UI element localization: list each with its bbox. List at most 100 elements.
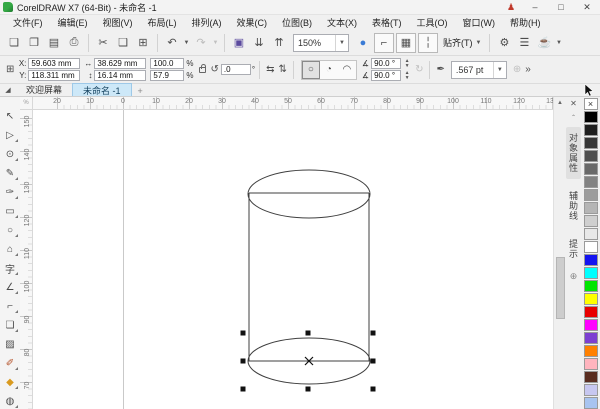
menu-item-7[interactable]: 文本(X) bbox=[320, 15, 364, 30]
account-icon[interactable]: ♟ bbox=[500, 2, 522, 13]
new-tab-button[interactable]: + bbox=[132, 86, 149, 96]
show-guidelines-button[interactable]: ╎ bbox=[418, 33, 438, 53]
docker-tab-0[interactable]: 对象属性 bbox=[566, 127, 581, 179]
paste-button[interactable]: ⊞ bbox=[133, 33, 153, 53]
object-height-field[interactable]: 16.14 mm bbox=[94, 70, 146, 81]
menu-item-5[interactable]: 效果(C) bbox=[230, 15, 275, 30]
color-swatch-17[interactable] bbox=[584, 319, 598, 331]
menu-item-3[interactable]: 布局(L) bbox=[141, 15, 184, 30]
color-swatch-16[interactable] bbox=[584, 306, 598, 318]
docker-close-button[interactable]: ✕ bbox=[570, 99, 577, 108]
color-eyedropper-tool[interactable]: ✐ bbox=[2, 356, 18, 370]
undo-dropdown[interactable]: ▼ bbox=[182, 33, 191, 53]
rotation-angle-field[interactable]: .0 bbox=[221, 64, 251, 75]
no-color-swatch[interactable]: × bbox=[584, 98, 598, 110]
color-swatch-12[interactable] bbox=[584, 254, 598, 266]
minimize-button[interactable]: – bbox=[522, 0, 548, 14]
color-swatch-8[interactable] bbox=[584, 202, 598, 214]
show-grid-button[interactable]: ▦ bbox=[396, 33, 416, 53]
menu-item-10[interactable]: 窗口(W) bbox=[456, 15, 503, 30]
selection-handle[interactable] bbox=[371, 387, 376, 392]
color-swatch-15[interactable] bbox=[584, 293, 598, 305]
zoom-level-combo[interactable]: 150%▼ bbox=[293, 34, 349, 52]
import-button[interactable]: ⇊ bbox=[249, 33, 269, 53]
print-button[interactable]: ⎙ bbox=[64, 33, 84, 53]
connector-tool[interactable]: ⌐ bbox=[2, 299, 18, 313]
pick-tool[interactable]: ↖ bbox=[2, 109, 18, 123]
overflow-button[interactable]: » bbox=[525, 64, 531, 75]
selection-handle[interactable] bbox=[306, 387, 311, 392]
color-swatch-5[interactable] bbox=[584, 163, 598, 175]
color-swatch-18[interactable] bbox=[584, 332, 598, 344]
docker-add-button[interactable]: ⊕ bbox=[570, 271, 578, 282]
mirror-horizontal-button[interactable]: ⇆ bbox=[266, 64, 274, 75]
new-document-button[interactable]: ❏ bbox=[4, 33, 24, 53]
redo-button[interactable]: ↷ bbox=[191, 33, 211, 53]
drop-shadow-tool[interactable]: ❏ bbox=[2, 318, 18, 332]
color-swatch-19[interactable] bbox=[584, 345, 598, 357]
docker-tab-2[interactable]: 提示 bbox=[566, 233, 581, 265]
menu-item-8[interactable]: 表格(T) bbox=[365, 15, 409, 30]
scrollbar-thumb[interactable] bbox=[556, 257, 565, 319]
launcher-dropdown[interactable]: ▼ bbox=[554, 33, 563, 53]
menu-item-4[interactable]: 排列(A) bbox=[185, 15, 229, 30]
tab-list-button[interactable]: ◢ bbox=[0, 84, 16, 96]
end-angle-field[interactable]: 90.0 ° bbox=[371, 70, 401, 81]
scale-y-field[interactable]: 57.9 bbox=[150, 70, 184, 81]
selection-handle[interactable] bbox=[241, 359, 246, 364]
menu-item-6[interactable]: 位图(B) bbox=[275, 15, 319, 30]
color-swatch-21[interactable] bbox=[584, 371, 598, 383]
close-button[interactable]: ✕ bbox=[574, 0, 600, 14]
shape-tool[interactable]: ▷ bbox=[2, 128, 18, 142]
scale-x-field[interactable]: 100.0 bbox=[150, 58, 184, 69]
color-swatch-1[interactable] bbox=[584, 111, 598, 123]
quick-customize-button[interactable]: ⊕ bbox=[513, 64, 521, 75]
docker-collapse-icon[interactable]: ⌃ bbox=[571, 114, 576, 121]
selection-handle[interactable] bbox=[371, 331, 376, 336]
color-swatch-6[interactable] bbox=[584, 176, 598, 188]
selection-handle[interactable] bbox=[241, 331, 246, 336]
copy-button[interactable]: ❑ bbox=[113, 33, 133, 53]
open-button[interactable]: ❐ bbox=[24, 33, 44, 53]
color-swatch-22[interactable] bbox=[584, 384, 598, 396]
menu-item-11[interactable]: 帮助(H) bbox=[503, 15, 548, 30]
ellipse-button[interactable]: ○ bbox=[302, 61, 320, 79]
horizontal-ruler[interactable]: 20100102030405060708090100110120130 bbox=[33, 97, 553, 110]
pie-button[interactable]: ◔ bbox=[320, 61, 338, 79]
menu-item-0[interactable]: 文件(F) bbox=[6, 15, 50, 30]
color-swatch-20[interactable] bbox=[584, 358, 598, 370]
rectangle-tool[interactable]: ▭ bbox=[2, 204, 18, 218]
outline-width-combo[interactable]: .567 pt ▼ bbox=[451, 61, 507, 79]
cylinder-top-ellipse[interactable] bbox=[248, 170, 370, 218]
ruler-origin[interactable]: % bbox=[20, 97, 33, 110]
docker-tab-1[interactable]: 辅助线 bbox=[566, 185, 581, 227]
menu-item-9[interactable]: 工具(O) bbox=[410, 15, 455, 30]
y-position-field[interactable]: 118.311 mm bbox=[28, 70, 80, 81]
mirror-vertical-button[interactable]: ⇅ bbox=[279, 64, 287, 75]
show-rulers-button[interactable]: ⌐ bbox=[374, 33, 394, 53]
object-width-field[interactable]: 38.629 mm bbox=[94, 58, 146, 69]
selection-handle[interactable] bbox=[241, 387, 246, 392]
transparency-tool[interactable]: ▨ bbox=[2, 337, 18, 351]
selection-handle[interactable] bbox=[371, 359, 376, 364]
color-swatch-10[interactable] bbox=[584, 228, 598, 240]
color-swatch-9[interactable] bbox=[584, 215, 598, 227]
whats-new-button[interactable]: ☕ bbox=[534, 33, 554, 53]
arc-button[interactable]: ◠ bbox=[338, 61, 356, 79]
change-direction-button[interactable]: ↻ bbox=[415, 64, 423, 75]
zoom-tool[interactable]: ⊙ bbox=[2, 147, 18, 161]
color-swatch-4[interactable] bbox=[584, 150, 598, 162]
artistic-media-tool[interactable]: ✑ bbox=[2, 185, 18, 199]
lock-ratio-icon[interactable] bbox=[199, 67, 206, 73]
end-angle-spinner[interactable]: ▲▼ bbox=[403, 71, 411, 81]
x-position-field[interactable]: 59.603 mm bbox=[28, 58, 80, 69]
export-button[interactable]: ⇈ bbox=[269, 33, 289, 53]
selection-handle[interactable] bbox=[306, 331, 311, 336]
search-content-button[interactable]: ▣ bbox=[229, 33, 249, 53]
start-angle-field[interactable]: 90.0 ° bbox=[371, 58, 401, 69]
vertical-ruler[interactable]: 15014013012011010090807060 bbox=[20, 110, 33, 409]
undo-button[interactable]: ↶ bbox=[162, 33, 182, 53]
color-swatch-13[interactable] bbox=[584, 267, 598, 279]
color-swatch-23[interactable] bbox=[584, 397, 598, 409]
color-swatch-14[interactable] bbox=[584, 280, 598, 292]
